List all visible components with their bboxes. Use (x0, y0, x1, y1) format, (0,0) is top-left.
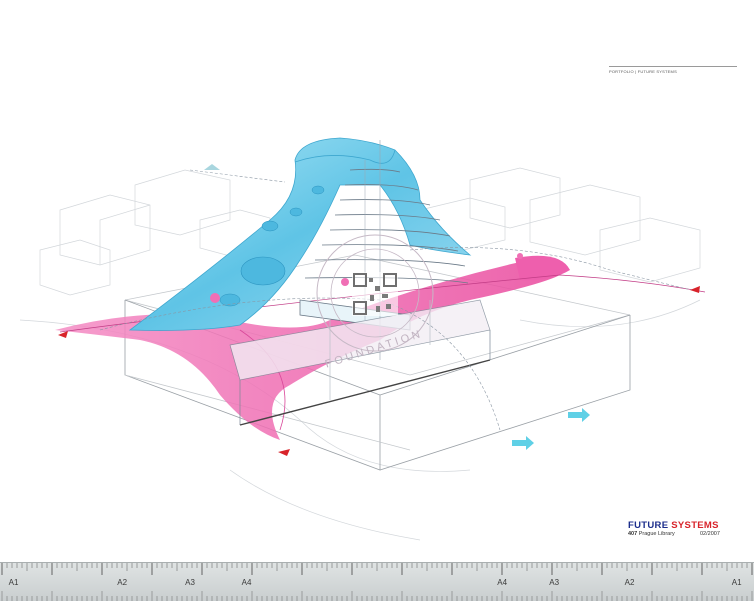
ruler-label: A3 (549, 578, 560, 587)
red-arrow-icon (278, 449, 290, 456)
cyan-arrow-icon (568, 408, 590, 422)
ruler-label: A3 (185, 578, 195, 587)
brand-logo: FUTURE SYSTEMS (628, 520, 719, 531)
red-arrow-icon (690, 286, 700, 293)
project-date: 02/2007 (700, 531, 720, 537)
ruler-label: A2 (624, 578, 635, 587)
ruler-ticks (1, 563, 753, 601)
ruler-label: A4 (241, 578, 252, 587)
ruler-label: A1 (8, 578, 19, 587)
ruler-label: A1 (731, 578, 742, 587)
ruler-label: A2 (117, 578, 128, 587)
header-text: PORTFOLIO | FUTURE SYSTEMS (609, 69, 677, 74)
cyan-arrow-icon (512, 436, 534, 450)
cyan-marker-icon (204, 164, 220, 170)
scale-ruler: A1 A2 A3 A4 A4 A3 A2 A1 (0, 562, 754, 601)
project-number: 407 (628, 531, 638, 537)
ruler-label: A4 (497, 578, 508, 587)
header-rule (609, 66, 737, 67)
project-caption: 407 Prague Library (628, 531, 675, 537)
brand-word-systems: SYSTEMS (671, 520, 719, 531)
axonometric-diagram: FOUNDATION (19, 137, 706, 541)
project-name: Prague Library (638, 531, 675, 537)
red-arrow-icon (58, 331, 68, 338)
brand-word-future: FUTURE (628, 520, 669, 531)
